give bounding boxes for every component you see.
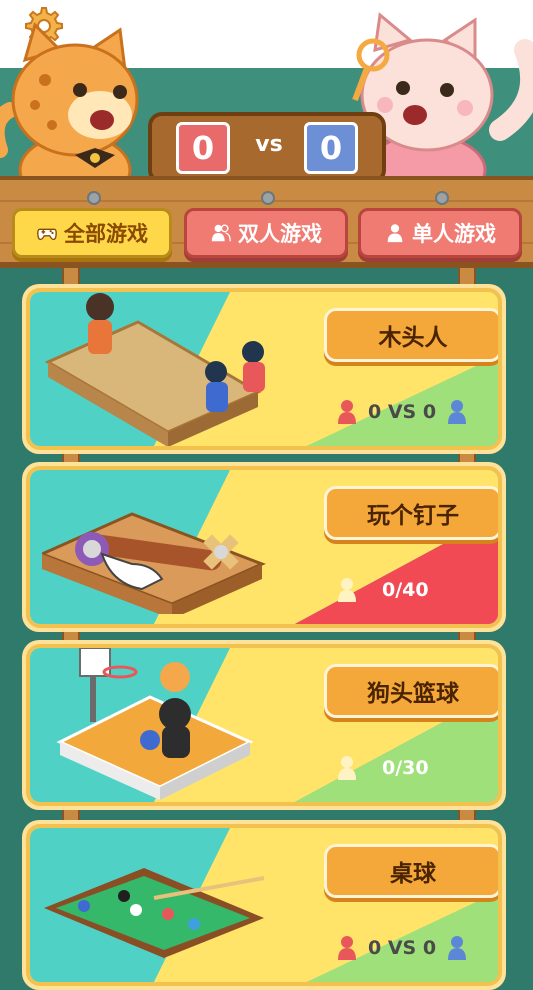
single-person-icon	[387, 224, 403, 243]
tab-single-player[interactable]: 单人游戏	[358, 191, 522, 258]
game-title-button[interactable]: 桌球	[324, 844, 498, 898]
player-pawn-icon	[448, 400, 467, 424]
tab-label: 双人游戏	[238, 222, 322, 246]
record-text: 0 VS 0	[368, 401, 437, 423]
pin-decoration	[261, 191, 275, 205]
game-title-button[interactable]: 木头人	[324, 308, 498, 362]
player-pawn-icon	[338, 578, 356, 602]
pin-decoration	[87, 191, 101, 205]
game-title-button[interactable]: 狗头篮球	[324, 664, 498, 718]
scoreboard: 0 vs 0	[148, 112, 386, 184]
tab-two-player[interactable]: 双人游戏	[184, 191, 348, 258]
pin-decoration	[435, 191, 449, 205]
orange-cat-mascot	[0, 22, 139, 190]
player-pawn-icon	[338, 756, 356, 780]
score-left: 0	[176, 122, 230, 174]
tab-label: 全部游戏	[64, 222, 148, 246]
game-title-button[interactable]: 玩个钉子	[324, 486, 498, 540]
nail-puzzle-artwork	[42, 512, 266, 614]
gamepad-icon	[37, 228, 57, 241]
game-record: 0 VS 0	[336, 930, 468, 966]
score-right: 0	[304, 122, 358, 174]
vs-label: vs	[255, 132, 283, 157]
tab-label: 单人游戏	[412, 222, 496, 246]
player-pawn-icon	[338, 936, 356, 960]
game-card-dog-basketball[interactable]: 狗头篮球 0/30	[26, 644, 502, 806]
player-pawn-icon	[448, 936, 467, 960]
game-card-wooden-man[interactable]: 木头人 0 VS 0	[26, 288, 502, 450]
game-record: 0/40	[336, 572, 429, 608]
record-text: 0/30	[382, 757, 429, 779]
record-text: 0 VS 0	[368, 937, 437, 959]
game-record: 0 VS 0	[336, 394, 468, 430]
billiards-artwork	[44, 868, 265, 958]
game-record: 0/30	[336, 750, 429, 786]
wooden-man-artwork	[44, 293, 265, 446]
dog-basketball-artwork	[56, 648, 254, 800]
game-card-billiards[interactable]: 桌球 0 VS 0	[26, 824, 502, 986]
record-text: 0/40	[382, 579, 429, 601]
tab-all-games[interactable]: 全部游戏	[12, 191, 172, 258]
game-card-nails[interactable]: 玩个钉子 0/40	[26, 466, 502, 628]
player-pawn-icon	[338, 400, 356, 424]
two-person-icon	[211, 224, 231, 242]
